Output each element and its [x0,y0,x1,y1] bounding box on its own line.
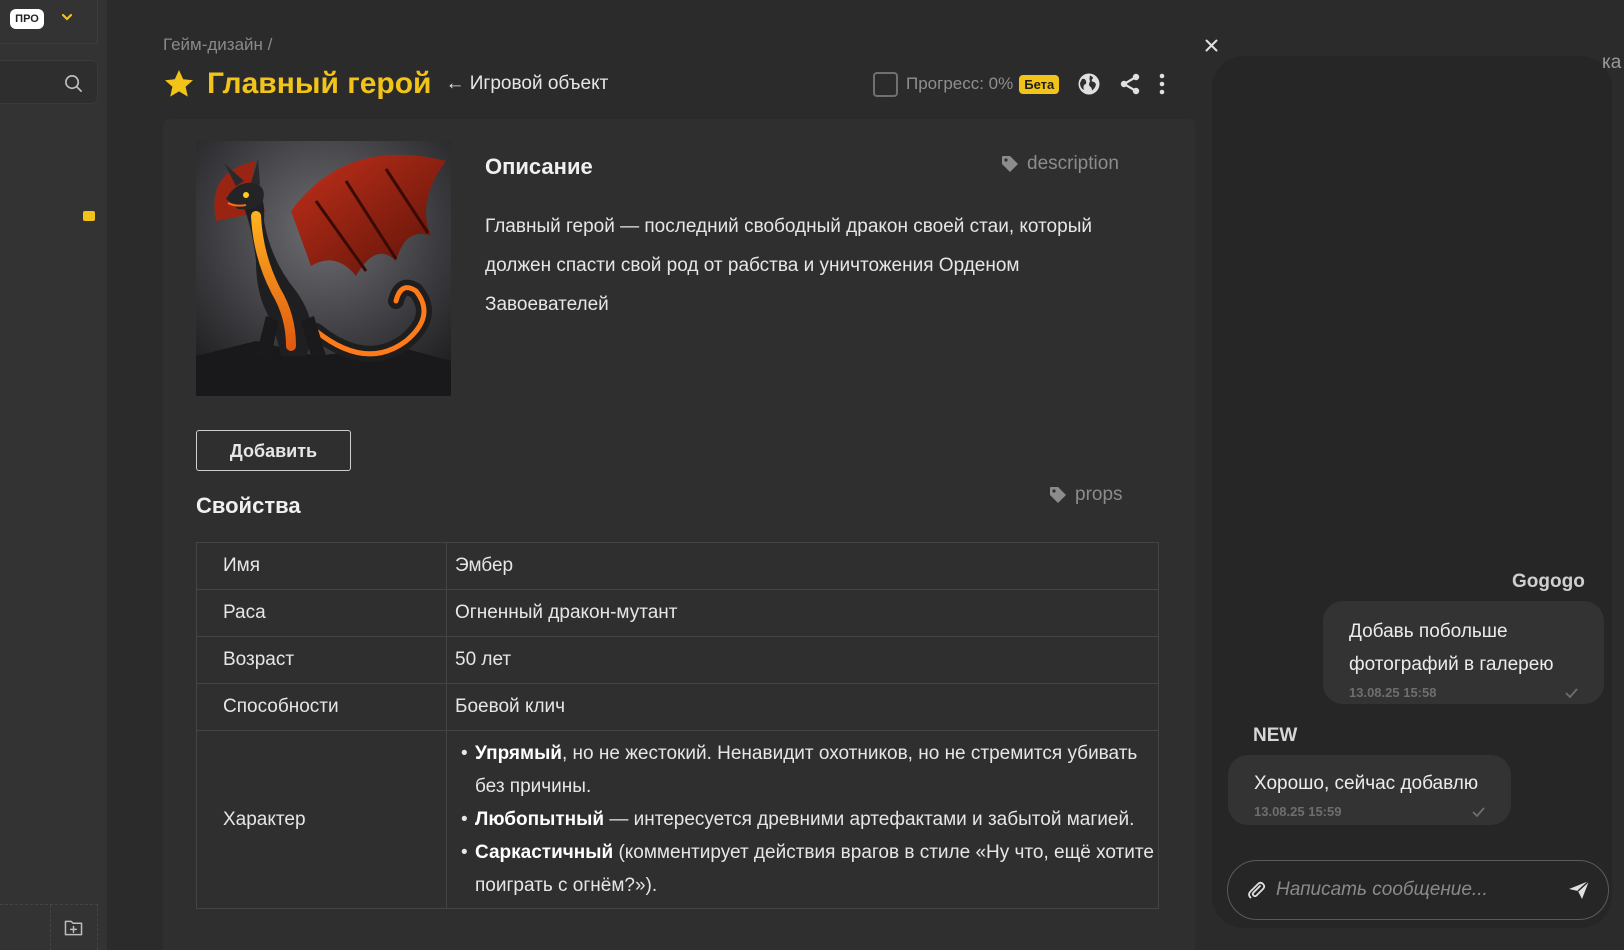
plan-badge: ПРО [10,9,44,29]
paperclip-icon[interactable] [1246,880,1266,900]
close-icon[interactable] [1205,39,1218,52]
tag-icon [1050,487,1066,503]
chevron-down-icon[interactable] [60,10,74,24]
list-item: Упрямый, но не жестокий. Ненавидит охотн… [461,737,1158,803]
globe-icon[interactable] [1077,72,1101,96]
properties-title: Свойства [196,493,301,518]
sidebar-search[interactable] [0,60,98,104]
message-text: Хорошо, сейчас добавлю [1254,773,1479,794]
property-value[interactable]: Боевой клич [446,683,1159,731]
divider [50,905,51,950]
progress-checkbox[interactable] [873,71,898,97]
properties-table: Имя Эмбер Раса Огненный дракон-мутант Во… [196,542,1159,909]
character-list: Упрямый, но не жестокий. Ненавидит охотн… [447,731,1158,908]
properties-tag-label: props [1075,484,1123,505]
message-time: 13.08.25 15:59 [1254,804,1342,819]
property-key: Раса [196,589,447,637]
message-composer [1227,860,1609,920]
breadcrumb[interactable]: Гейм-дизайн / [163,35,272,55]
incoming-message[interactable]: Хорошо, сейчас добавлю 13.08.25 15:59 [1228,755,1511,825]
description-text[interactable]: Главный герой — последний свободный драк… [485,207,1145,324]
properties-tag[interactable]: props [1049,484,1123,506]
plan-switcher[interactable]: ПРО [0,0,98,44]
sidebar-bottom-bar [0,904,98,950]
check-icon [1472,806,1485,817]
beta-badge: Бета [1019,74,1060,94]
table-row[interactable]: Возраст 50 лет [196,636,1159,684]
page-title[interactable]: Главный герой [207,67,432,101]
property-value[interactable]: 50 лет [446,636,1159,684]
message-meta: 13.08.25 15:59 [1254,804,1485,819]
right-edge-text: ка [1602,52,1622,73]
left-sidebar: ПРО [0,0,108,950]
header-toolbar: Прогресс: 0% Бета [873,70,1183,98]
table-row[interactable]: Имя Эмбер [196,542,1159,590]
property-key: Способности [196,683,447,731]
table-row[interactable]: Характер Упрямый, но не жестокий. Ненави… [196,730,1159,909]
list-item: Саркастичный (комментирует действия враг… [461,836,1158,902]
trait-name: Любопытный [475,809,605,830]
right-edge-panel [1612,56,1624,928]
add-folder-icon[interactable] [64,919,83,936]
message-input[interactable] [1276,879,1568,901]
message-author: Gogogo [1512,571,1585,592]
new-messages-label: NEW [1253,725,1298,746]
title-row: Главный герой ← Игровой объект [163,66,608,102]
message-text: Добавь побольше фотографий в галерею [1349,621,1554,675]
list-item: Любопытный — интересуется древними артеф… [461,803,1158,836]
property-value[interactable]: Огненный дракон-мутант [446,589,1159,637]
tag-icon [1002,156,1018,172]
progress-label: Прогресс: 0% [906,74,1014,93]
trait-text: , но не жестокий. Ненавидит охотников, н… [475,743,1138,797]
description-title: Описание [485,154,593,179]
property-value[interactable]: Упрямый, но не жестокий. Ненавидит охотн… [446,730,1159,909]
share-icon[interactable] [1119,73,1141,95]
object-card: Описание description Главный герой — пос… [163,119,1195,950]
trait-name: Саркастичный [475,842,614,863]
star-icon[interactable] [163,68,195,100]
property-value[interactable]: Эмбер [446,542,1159,590]
property-key: Характер [196,730,447,909]
check-icon [1565,687,1578,698]
send-icon[interactable] [1568,880,1590,900]
add-button[interactable]: Добавить [196,430,351,471]
property-key: Имя [196,542,447,590]
more-vertical-icon[interactable] [1159,73,1165,95]
message-time: 13.08.25 15:58 [1349,685,1437,700]
message-meta: 13.08.25 15:58 [1349,685,1578,700]
search-icon[interactable] [64,74,83,93]
description-tag-label: description [1027,153,1119,174]
outgoing-message[interactable]: Добавь побольше фотографий в галерею 13.… [1323,601,1604,704]
table-row[interactable]: Способности Боевой клич [196,683,1159,731]
comment-icon[interactable] [83,211,95,221]
table-row[interactable]: Раса Огненный дракон-мутант [196,589,1159,637]
object-type-link[interactable]: ← Игровой объект [446,73,609,95]
property-key: Возраст [196,636,447,684]
description-tag[interactable]: description [1001,153,1119,175]
trait-name: Упрямый [475,743,562,764]
trait-text: — интересуется древними артефактами и за… [604,809,1135,830]
hero-image-dragon[interactable] [196,141,451,396]
